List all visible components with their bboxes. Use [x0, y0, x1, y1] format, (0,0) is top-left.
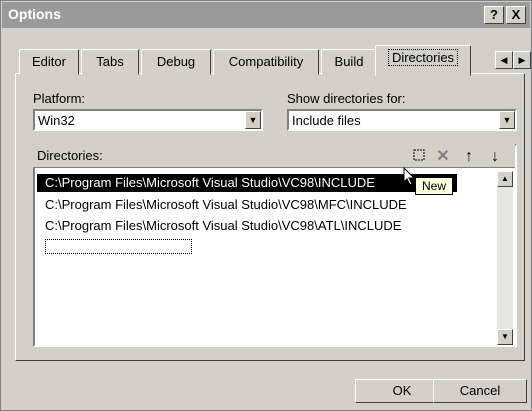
delete-icon[interactable]: ✕	[433, 148, 453, 166]
tab-build[interactable]: Build	[321, 49, 377, 75]
new-entry-placeholder[interactable]	[45, 239, 192, 254]
window-title: Options	[8, 6, 61, 22]
directories-label: Directories:	[37, 148, 103, 163]
help-button[interactable]: ?	[484, 6, 504, 24]
title-bar: Options ? X	[2, 2, 530, 28]
directories-header: Directories: ✕ ↑ ↓	[33, 144, 515, 168]
cancel-button[interactable]: Cancel	[433, 379, 527, 403]
move-down-icon[interactable]: ↓	[485, 148, 505, 166]
tab-scroll-right-button[interactable]: ▶	[513, 51, 531, 69]
list-item[interactable]: C:\Program Files\Microsoft Visual Studio…	[45, 217, 401, 235]
platform-label: Platform:	[33, 91, 86, 106]
scroll-up-icon[interactable]: ▲	[497, 171, 513, 187]
platform-value: Win32	[38, 113, 75, 128]
scroll-down-icon[interactable]: ▼	[497, 329, 513, 345]
new-tooltip: New	[415, 177, 453, 195]
new-folder-icon[interactable]	[409, 148, 429, 166]
chevron-right-icon: ▶	[518, 55, 526, 65]
tab-directories[interactable]: Directories	[375, 45, 471, 76]
options-dialog: Options ? X Editor Tabs Debug Compatibil…	[0, 0, 532, 411]
platform-select[interactable]: Win32 ▼	[33, 109, 263, 131]
chevron-left-icon: ◀	[500, 55, 508, 65]
vertical-scrollbar[interactable]: ▲ ▼	[497, 171, 513, 345]
list-item[interactable]: C:\Program Files\Microsoft Visual Studio…	[37, 174, 457, 192]
tab-scroll-left-button[interactable]: ◀	[495, 51, 513, 69]
tab-editor[interactable]: Editor	[19, 49, 79, 75]
show-directories-select[interactable]: Include files ▼	[287, 109, 517, 131]
tab-compatibility[interactable]: Compatibility	[213, 49, 319, 75]
chevron-down-icon[interactable]: ▼	[245, 111, 261, 129]
tab-tabs[interactable]: Tabs	[81, 49, 139, 75]
move-up-icon[interactable]: ↑	[459, 148, 479, 166]
tab-debug[interactable]: Debug	[141, 49, 211, 75]
list-item[interactable]: C:\Program Files\Microsoft Visual Studio…	[45, 196, 407, 214]
show-directories-label: Show directories for:	[287, 91, 406, 106]
close-button[interactable]: X	[506, 6, 526, 24]
show-directories-value: Include files	[292, 113, 361, 128]
chevron-down-icon[interactable]: ▼	[499, 111, 515, 129]
